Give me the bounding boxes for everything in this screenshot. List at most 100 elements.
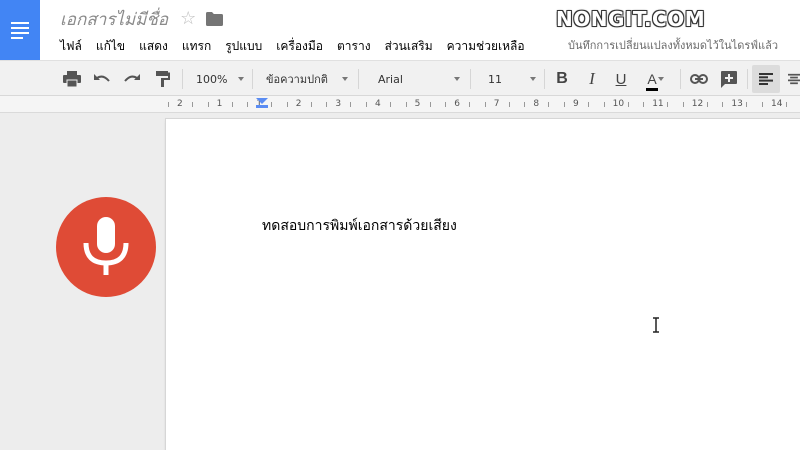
ruler-tick — [192, 102, 193, 107]
ruler-tick — [168, 102, 169, 107]
save-status[interactable]: บันทึกการเปลี่ยนแปลงทั้งหมดไว้ในไดรฟ์แล้… — [568, 37, 778, 55]
docs-app: เอกสารไม่มีชื่อ ☆ NONGIT.COM ไฟล์ แก้ไข … — [0, 0, 800, 450]
style-value: ข้อความปกติ — [266, 73, 328, 86]
align-center-button[interactable] — [784, 61, 800, 97]
toolbar-separator — [182, 69, 183, 89]
toolbar-separator — [680, 69, 681, 89]
ruler-tick — [445, 102, 447, 107]
font-size-value: 11 — [488, 72, 502, 86]
ruler-tick — [667, 102, 669, 107]
font-select[interactable]: Arial — [370, 61, 462, 97]
ruler-tick — [429, 102, 431, 107]
ruler-tick — [247, 102, 249, 107]
ruler-tick — [366, 102, 367, 107]
italic-button[interactable]: I — [581, 61, 603, 97]
ruler-tick — [722, 102, 724, 107]
ruler-tick — [746, 102, 748, 107]
redo-button[interactable] — [120, 61, 144, 97]
ruler-tick — [762, 102, 763, 107]
menu-help[interactable]: ความช่วยเหลือ — [447, 37, 525, 56]
ruler-tick — [564, 102, 565, 107]
zoom-select[interactable]: 100% — [188, 61, 246, 97]
link-icon — [690, 74, 708, 84]
paint-format-button[interactable] — [151, 61, 175, 97]
menu-tools[interactable]: เครื่องมือ — [276, 37, 323, 56]
ruler-tick — [405, 102, 407, 107]
undo-button[interactable] — [90, 61, 114, 97]
underline-button[interactable]: U — [610, 61, 632, 97]
star-icon[interactable]: ☆ — [180, 10, 196, 28]
toolbar: 100% ข้อความปกติ Arial 11 B I U A — [0, 60, 800, 96]
align-left-icon — [759, 73, 773, 85]
undo-icon — [94, 74, 110, 82]
chevron-down-icon — [238, 77, 244, 81]
toolbar-separator — [470, 69, 471, 89]
menu-insert[interactable]: แทรก — [182, 37, 211, 56]
ruler-tick — [469, 102, 471, 107]
ruler-number: 3 — [335, 99, 342, 109]
toolbar-separator — [747, 69, 748, 89]
ruler-tick — [706, 102, 708, 107]
ruler-number: 8 — [533, 99, 540, 109]
first-line-indent-icon[interactable] — [256, 105, 268, 108]
menu-view[interactable]: แสดง — [139, 37, 168, 56]
ruler-tick — [508, 102, 510, 107]
docs-logo-icon[interactable] — [0, 0, 40, 60]
redo-icon — [124, 74, 140, 82]
ruler-tick — [548, 102, 550, 107]
bold-button[interactable]: B — [551, 61, 573, 97]
add-comment-icon — [721, 70, 737, 88]
ruler-tick — [786, 102, 787, 107]
font-value: Arial — [378, 72, 403, 86]
ruler-tick — [231, 102, 233, 107]
document-body-text[interactable]: ทดสอบการพิมพ์เอกสารด้วยเสียง — [262, 215, 457, 237]
ruler-number: 5 — [414, 99, 421, 109]
menu-addons[interactable]: ส่วนเสริม — [385, 37, 433, 56]
font-size-select[interactable]: 11 — [480, 61, 538, 97]
print-icon — [63, 71, 81, 87]
ruler-number: 14 — [771, 99, 783, 109]
ruler-number: 9 — [573, 99, 579, 109]
menu-table[interactable]: ตาราง — [337, 37, 371, 56]
ruler[interactable]: 2 1 1 2 3 4 5 6 7 8 9 10 11 12 13 14 — [0, 96, 800, 113]
print-button[interactable] — [60, 61, 84, 97]
align-left-button[interactable] — [752, 65, 780, 93]
menu-format[interactable]: รูปแบบ — [225, 37, 262, 56]
text-color-button[interactable]: A — [638, 61, 666, 97]
ruler-number: 13 — [731, 99, 743, 109]
ruler-tick — [484, 102, 486, 107]
ruler-number: 10 — [612, 99, 625, 109]
text-color-icon: A — [646, 71, 658, 91]
ruler-tick — [310, 102, 312, 107]
toolbar-separator — [252, 69, 253, 89]
ruler-tick — [326, 102, 328, 107]
voice-typing-button[interactable] — [56, 197, 156, 297]
ruler-number: 12 — [691, 99, 704, 109]
add-comment-button[interactable] — [717, 61, 741, 97]
chevron-down-icon — [530, 77, 536, 81]
ruler-tick — [588, 102, 589, 107]
document-title[interactable]: เอกสารไม่มีชื่อ — [60, 6, 168, 33]
ruler-tick — [643, 102, 645, 107]
ruler-number: 2 — [177, 99, 183, 109]
insert-link-button[interactable] — [687, 61, 711, 97]
ruler-tick — [627, 102, 629, 107]
document-page[interactable]: ทดสอบการพิมพ์เอกสารด้วยเสียง — [166, 119, 800, 450]
menu-edit[interactable]: แก้ไข — [96, 37, 125, 56]
microphone-icon — [83, 217, 129, 275]
ruler-number: 2 — [295, 99, 302, 109]
chevron-down-icon — [454, 77, 460, 81]
menu-bar: ไฟล์ แก้ไข แสดง แทรก รูปแบบ เครื่องมือ ต… — [60, 37, 539, 55]
indent-marker-icon[interactable] — [256, 98, 268, 104]
ruler-tick — [524, 102, 526, 107]
text-color-label: A — [647, 71, 657, 87]
text-cursor-icon — [653, 317, 659, 333]
folder-icon[interactable] — [206, 12, 224, 26]
style-select[interactable]: ข้อความปกติ — [258, 61, 350, 97]
ruler-tick — [682, 102, 684, 107]
ruler-number: 11 — [652, 99, 664, 109]
ruler-tick — [390, 102, 391, 107]
toolbar-separator — [544, 69, 545, 89]
align-center-icon — [788, 73, 800, 85]
menu-file[interactable]: ไฟล์ — [60, 37, 82, 56]
